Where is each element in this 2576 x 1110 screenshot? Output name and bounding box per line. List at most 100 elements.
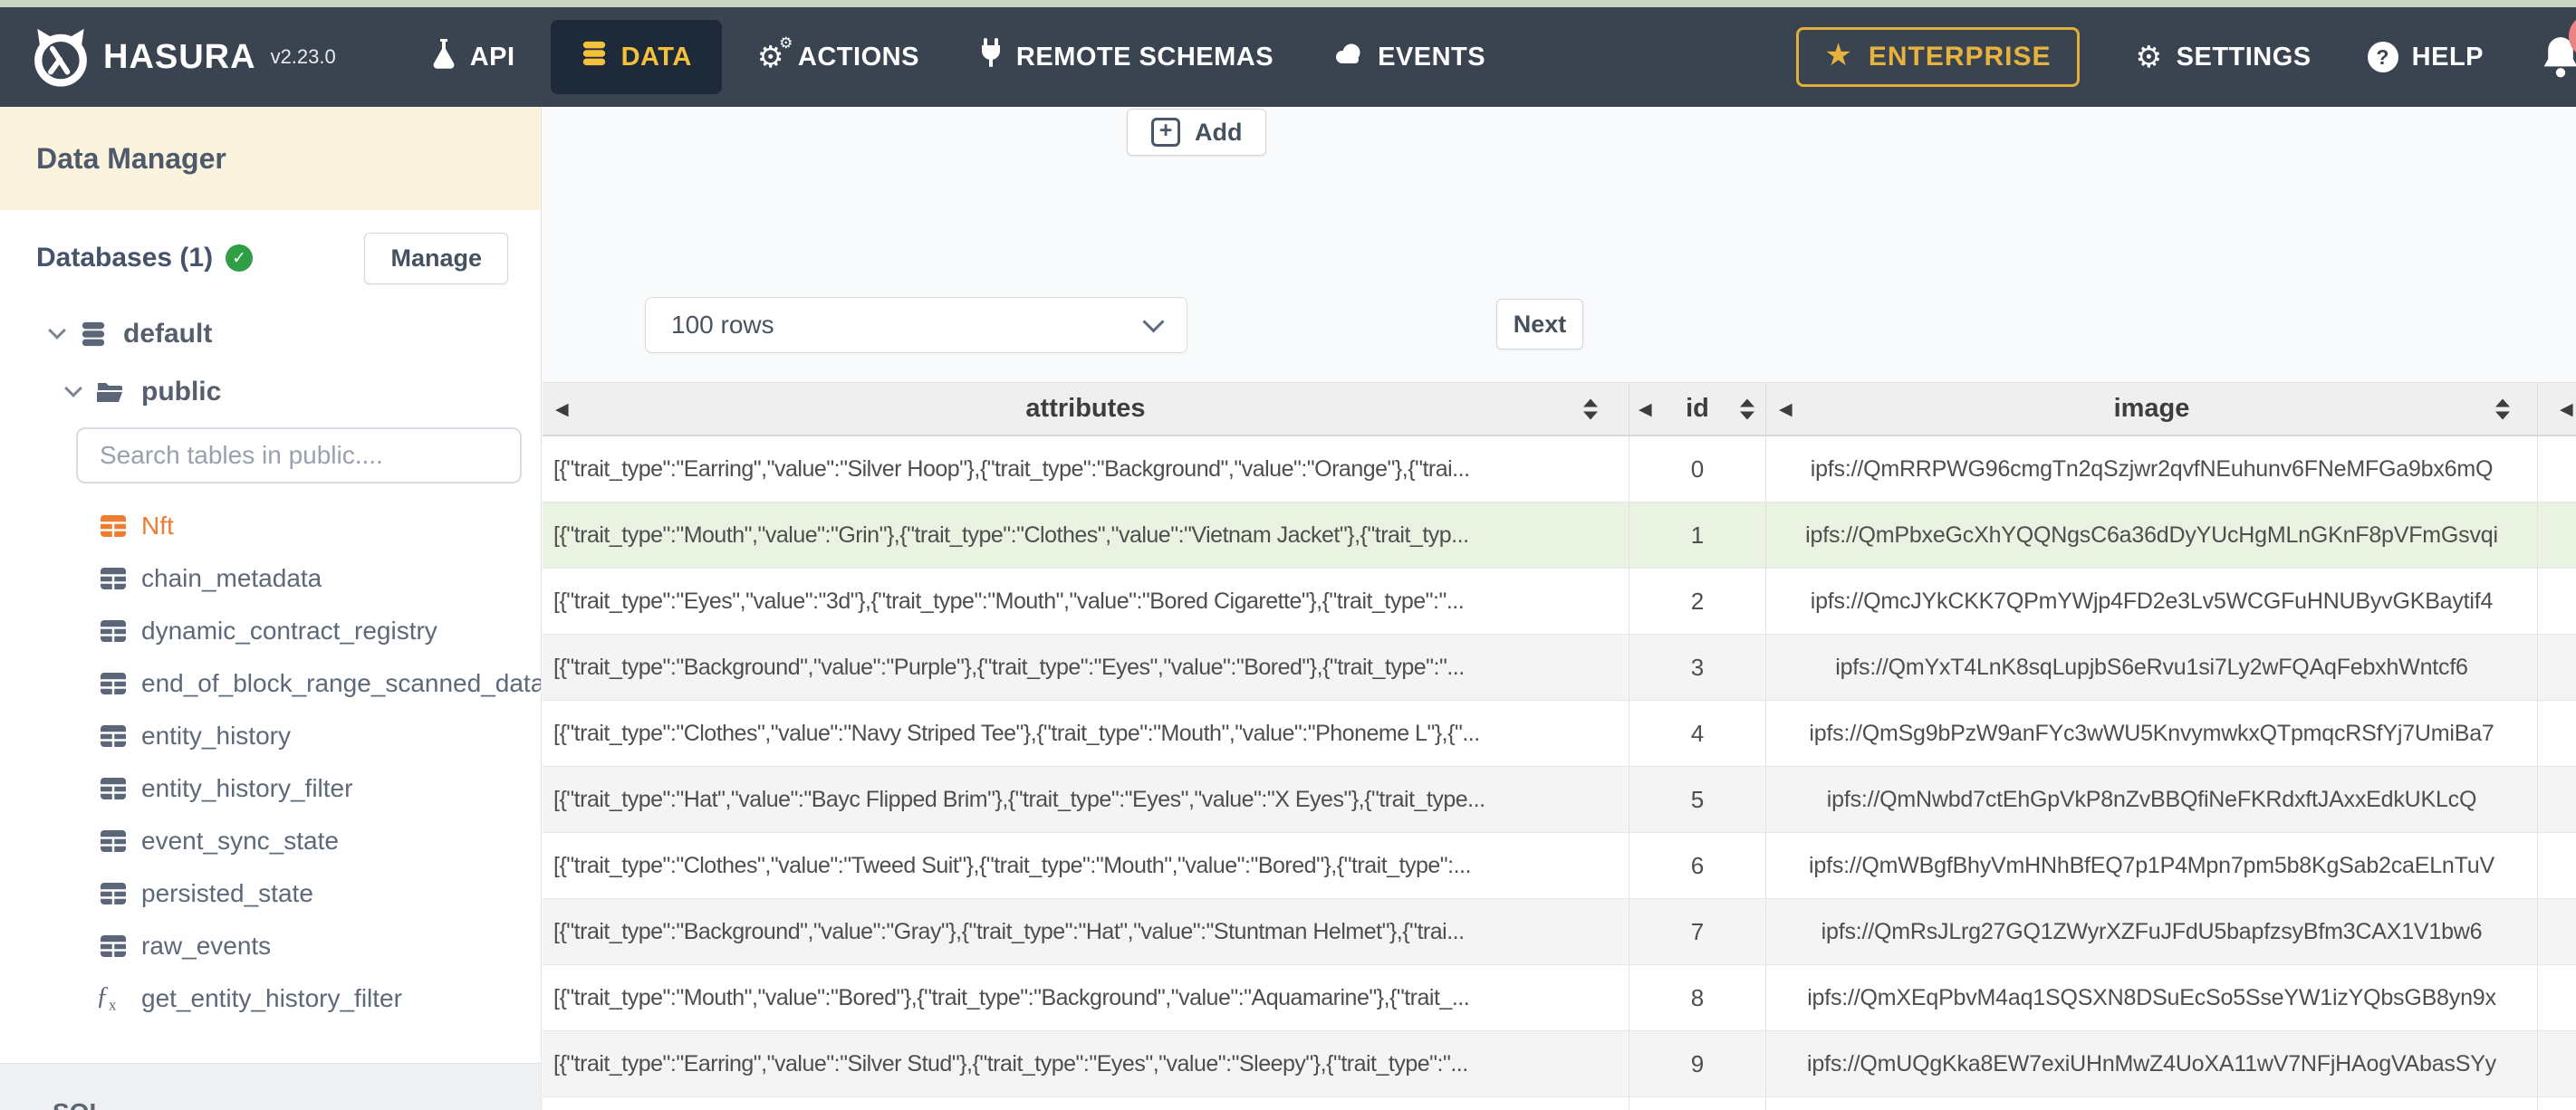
chevron-down-icon	[1142, 310, 1165, 333]
id-cell	[1629, 1097, 1766, 1110]
sidebar-item-dynamic-contract-registry[interactable]: dynamic_contract_registry	[0, 605, 541, 657]
nav-item-label: ACTIONS	[797, 42, 919, 72]
hasura-logo-icon[interactable]	[31, 27, 91, 87]
hasura-console: HASURA v2.23.0 API DATA ⚙ ⚙ ACTIONS REMO…	[0, 0, 2576, 1110]
image-cell: ipfs://QmYxT4LnK8sqLupjbS6eRvu1si7Ly2wFQ…	[1766, 635, 2538, 700]
nav-item-data[interactable]: DATA	[550, 20, 722, 94]
nav-item-actions[interactable]: ⚙ ⚙ ACTIONS	[727, 7, 949, 107]
id-cell: 1	[1629, 502, 1766, 568]
nav-right-group: ★ ENTERPRISE ⚙ SETTINGS ? HELP 8	[1796, 7, 2576, 107]
star-icon: ★	[1824, 38, 1853, 72]
attributes-cell: [{"trait_type":"Hat","value":"Bayc Flipp…	[543, 767, 1629, 832]
attributes-cell: [{"trait_type":"Mouth","value":"Grin"},{…	[543, 502, 1629, 568]
nav-item-label: EVENTS	[1378, 42, 1486, 72]
next-page-button[interactable]: Next	[1496, 299, 1583, 349]
column-header-partial[interactable]: ◀	[2538, 383, 2576, 435]
partial-cell	[2538, 899, 2576, 964]
sql-section-label[interactable]: SQL	[53, 1098, 105, 1110]
main-content: + Add 100 rows Next ◀ attributes ◀ id ◀ …	[543, 107, 2576, 1110]
partial-cell	[2538, 569, 2576, 634]
column-header-attributes[interactable]: ◀ attributes	[543, 383, 1629, 435]
table-icon	[100, 934, 127, 958]
notifications-button[interactable]: 8	[2540, 14, 2576, 80]
partial-cell	[2538, 767, 2576, 832]
id-cell: 6	[1629, 833, 1766, 898]
add-label: Add	[1195, 118, 1243, 146]
table-icon	[100, 619, 127, 643]
table-icon	[100, 724, 127, 748]
data-table: ◀ attributes ◀ id ◀ image ◀ [{"trait_typ…	[543, 382, 2576, 1110]
nav-item-label: REMOTE SCHEMAS	[1015, 42, 1274, 72]
id-cell: 4	[1629, 701, 1766, 766]
column-header-id[interactable]: ◀ id	[1629, 383, 1766, 435]
sort-icon[interactable]	[2495, 398, 2510, 419]
table-icon	[100, 672, 127, 695]
top-accent-strip	[0, 0, 2576, 7]
sort-icon[interactable]	[1740, 398, 1754, 419]
image-cell: ipfs://QmRRPWG96cmgTn2qSzjwr2qvfNEuhunv6…	[1766, 436, 2538, 502]
question-icon: ?	[2367, 42, 2398, 72]
database-icon	[581, 39, 608, 75]
sidebar-item-get-entity-history-filter[interactable]: ƒx get_entity_history_filter	[0, 972, 541, 1025]
image-cell: ipfs://QmNwbd7ctEhGpVkP8nZvBBQfiNeFKRdxf…	[1766, 767, 2538, 832]
sidebar-item-nft[interactable]: Nft	[0, 500, 541, 552]
nav-item-api[interactable]: API	[401, 7, 545, 107]
partial-cell	[2538, 1097, 2576, 1110]
plus-square-icon: +	[1151, 118, 1180, 147]
image-cell: ipfs://QmXEqPbvM4aq1SQSXN8DSuEcSo5SseYW1…	[1766, 965, 2538, 1030]
sidebar-item-end-of-block-range-scanned-data[interactable]: end_of_block_range_scanned_data	[0, 657, 541, 710]
column-header-image[interactable]: ◀ image	[1766, 383, 2538, 435]
plug-icon	[979, 38, 1003, 76]
help-button[interactable]: ? HELP	[2367, 7, 2484, 107]
enterprise-button[interactable]: ★ ENTERPRISE	[1796, 27, 2080, 87]
column-title: attributes	[1025, 394, 1146, 423]
collapse-column-icon[interactable]: ◀	[1639, 399, 1652, 419]
table-name: persisted_state	[141, 879, 313, 907]
id-cell: 3	[1629, 635, 1766, 700]
search-input[interactable]	[78, 429, 520, 482]
enterprise-label: ENTERPRISE	[1868, 42, 2052, 72]
function-name: get_entity_history_filter	[141, 984, 402, 1012]
sidebar-item-chain-metadata[interactable]: chain_metadata	[0, 552, 541, 605]
sort-icon[interactable]	[1583, 398, 1598, 419]
table-row-partial	[543, 1097, 2576, 1110]
image-cell: ipfs://QmWBgfBhyVmHNhBfEQ7p1P4Mpn7pm5b8K…	[1766, 833, 2538, 898]
attributes-cell: [{"trait_type":"Background","value":"Pur…	[543, 635, 1629, 700]
sidebar-item-entity-history-filter[interactable]: entity_history_filter	[0, 762, 541, 815]
sidebar-item-raw-events[interactable]: raw_events	[0, 920, 541, 972]
table-row: [{"trait_type":"Clothes","value":"Navy S…	[543, 701, 2576, 767]
table-icon	[100, 882, 127, 905]
collapse-column-icon[interactable]: ◀	[1779, 399, 1793, 419]
partial-cell	[2538, 965, 2576, 1030]
sidebar-item-persisted-state[interactable]: persisted_state	[0, 867, 541, 920]
chevron-down-icon[interactable]	[48, 321, 66, 340]
partial-cell	[2538, 635, 2576, 700]
chevron-down-icon[interactable]	[64, 379, 82, 397]
id-cell: 2	[1629, 569, 1766, 634]
table-row: [{"trait_type":"Earring","value":"Silver…	[543, 436, 2576, 502]
settings-button[interactable]: ⚙ SETTINGS	[2136, 7, 2312, 107]
tree-item-public-schema[interactable]: public	[64, 371, 541, 413]
table-name: event_sync_state	[141, 827, 339, 855]
add-row-button[interactable]: + Add	[1127, 109, 1267, 156]
sidebar-item-event-sync-state[interactable]: event_sync_state	[0, 815, 541, 867]
partial-cell	[2538, 833, 2576, 898]
table-row: [{"trait_type":"Mouth","value":"Bored"},…	[543, 965, 2576, 1031]
id-cell: 8	[1629, 965, 1766, 1030]
table-name: entity_history	[141, 722, 291, 750]
table-row: [{"trait_type":"Hat","value":"Bayc Flipp…	[543, 767, 2576, 833]
nav-item-label: API	[469, 42, 515, 72]
sidebar-item-entity-history[interactable]: entity_history	[0, 710, 541, 762]
collapse-column-icon[interactable]: ◀	[555, 399, 569, 419]
attributes-cell: [{"trait_type":"Eyes","value":"3d"},{"tr…	[543, 569, 1629, 634]
manage-button[interactable]: Manage	[364, 232, 508, 284]
image-cell: ipfs://QmSg9bPzW9anFYc3wWU5KnvymwkxQTpmq…	[1766, 701, 2538, 766]
collapse-column-icon[interactable]: ◀	[2560, 399, 2573, 419]
attributes-cell: [{"trait_type":"Clothes","value":"Navy S…	[543, 701, 1629, 766]
rows-per-page-select[interactable]: 100 rows	[645, 297, 1187, 353]
nav-item-remote-schemas[interactable]: REMOTE SCHEMAS	[949, 7, 1303, 107]
top-nav: HASURA v2.23.0 API DATA ⚙ ⚙ ACTIONS REMO…	[0, 7, 2576, 107]
nav-item-events[interactable]: EVENTS	[1303, 7, 1515, 107]
sidebar: Data Manager Databases (1) ✓ Manage defa…	[0, 107, 542, 1110]
tree-item-default-database[interactable]: default	[48, 313, 541, 355]
